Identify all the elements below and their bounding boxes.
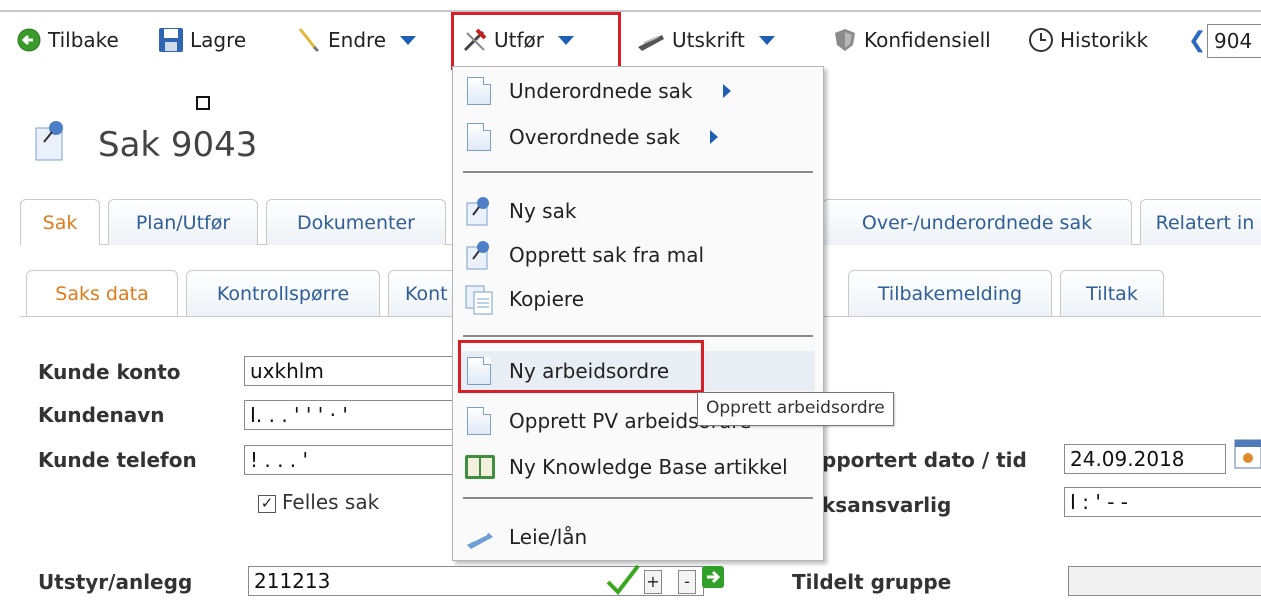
- reported-date-field[interactable]: 24.09.2018: [1064, 444, 1226, 474]
- menu-separator: [463, 497, 813, 500]
- equipment-label: Utstyr/anlegg: [38, 570, 193, 594]
- menu-separator: [463, 171, 813, 174]
- menu-item-overordnede-sak[interactable]: Overordnede sak: [463, 117, 813, 157]
- document-icon: [463, 75, 497, 107]
- back-arrow-icon: [16, 27, 42, 53]
- execute-highlight-frame: [451, 12, 621, 70]
- customer-account-field[interactable]: uxkhlm: [244, 356, 464, 386]
- small-checkbox[interactable]: [196, 96, 210, 110]
- shield-icon: [832, 27, 858, 53]
- subtab-tilbakemelding[interactable]: Tilbakemelding: [848, 270, 1052, 316]
- reported-date-label: pportert dato / tid: [822, 448, 1027, 472]
- document-icon: [463, 121, 497, 153]
- edit-label: Endre: [328, 28, 387, 52]
- new-workorder-highlight-frame: [458, 340, 704, 393]
- calendar-icon[interactable]: [1234, 438, 1261, 470]
- menu-item-label: Kopiere: [509, 287, 584, 311]
- customer-name-field[interactable]: I. . . ' ' ' · ': [244, 400, 464, 430]
- confidential-label: Konfidensiell: [864, 28, 991, 52]
- tab-dokumenter[interactable]: Dokumenter: [266, 199, 446, 245]
- print-button[interactable]: Utskrift: [636, 20, 775, 60]
- subtab-tiltak[interactable]: Tiltak: [1060, 270, 1164, 316]
- customer-phone-label: Kunde telefon: [38, 448, 197, 472]
- assigned-group-label: Tildelt gruppe: [792, 570, 952, 594]
- floppy-disk-icon: [158, 27, 184, 53]
- responsible-field[interactable]: I : ' - -: [1064, 487, 1261, 517]
- clock-icon: [1028, 27, 1054, 53]
- lease-icon: [463, 521, 497, 553]
- chevron-right-icon: [722, 84, 731, 98]
- shared-case-checkbox[interactable]: ✓: [258, 495, 276, 513]
- menu-item-label: Ny sak: [509, 199, 577, 223]
- book-icon: [463, 451, 497, 483]
- save-label: Lagre: [190, 28, 247, 52]
- menu-item-label: Opprett sak fra mal: [509, 243, 705, 267]
- document-icon: [463, 405, 497, 437]
- execute-dropdown-menu: Underordnede sak Overordnede sak Ny sak …: [452, 66, 824, 561]
- menu-item-label: Leie/lån: [509, 525, 588, 549]
- back-label: Tilbake: [48, 28, 119, 52]
- customer-account-label: Kunde konto: [38, 360, 181, 384]
- chevron-down-icon: [758, 35, 775, 45]
- previous-arrow-icon[interactable]: ❮: [1188, 28, 1206, 53]
- tab-over-underordnede-sak[interactable]: Over-/underordnede sak: [822, 199, 1132, 245]
- tab-relatert[interactable]: Relatert in: [1140, 199, 1261, 245]
- page-title: Sak 9043: [98, 125, 258, 165]
- shared-case-label: Felles sak: [282, 490, 380, 514]
- print-label: Utskrift: [672, 28, 745, 52]
- customer-phone-field[interactable]: ! . . . ': [244, 445, 464, 475]
- back-button[interactable]: Tilbake: [16, 20, 119, 60]
- tab-plan-utfor[interactable]: Plan/Utfør: [108, 199, 258, 245]
- confidential-button[interactable]: Konfidensiell: [832, 20, 991, 60]
- responsible-label: ksansvarlig: [822, 493, 952, 517]
- menu-item-leie-lan[interactable]: Leie/lån: [463, 517, 813, 557]
- menu-item-kopiere[interactable]: Kopiere: [463, 279, 813, 319]
- history-label: Historikk: [1060, 28, 1149, 52]
- menu-item-label: Overordnede sak: [509, 125, 681, 149]
- go-arrow-icon[interactable]: [702, 566, 724, 588]
- customer-name-label: Kundenavn: [38, 403, 165, 427]
- menu-item-opprett-sak-fra-mal[interactable]: Opprett sak fra mal: [463, 235, 813, 275]
- tab-sak[interactable]: Sak: [20, 199, 100, 245]
- menu-item-ny-knowledge-base-artikkel[interactable]: Ny Knowledge Base artikkel: [463, 447, 813, 487]
- new-case-icon: [463, 195, 497, 227]
- subtab-kont[interactable]: Kont: [388, 270, 458, 316]
- chevron-down-icon: [400, 35, 417, 45]
- edit-button[interactable]: Endre: [296, 20, 417, 60]
- chevron-right-icon: [710, 130, 719, 144]
- menu-item-underordnede-sak[interactable]: Underordnede sak: [463, 71, 813, 111]
- printer-icon: [636, 27, 666, 53]
- menu-separator: [463, 335, 813, 338]
- template-case-icon: [463, 239, 497, 271]
- menu-item-ny-sak[interactable]: Ny sak: [463, 191, 813, 231]
- menu-item-label: Ny Knowledge Base artikkel: [509, 455, 788, 479]
- remove-equipment-button[interactable]: -: [678, 570, 696, 594]
- valid-check-icon: [604, 564, 640, 600]
- assigned-group-field[interactable]: [1068, 566, 1261, 596]
- subtab-saks-data[interactable]: Saks data: [26, 270, 178, 316]
- subtab-kontrollsporre[interactable]: Kontrollspørre: [186, 270, 380, 316]
- pencil-icon: [296, 27, 322, 53]
- menu-item-label: Underordnede sak: [509, 79, 693, 103]
- case-number-input[interactable]: 904: [1207, 24, 1261, 58]
- history-button[interactable]: Historikk: [1028, 20, 1148, 60]
- add-equipment-button[interactable]: +: [644, 570, 662, 594]
- case-document-icon: [34, 118, 68, 162]
- tooltip: Opprett arbeidsordre: [697, 392, 894, 426]
- save-button[interactable]: Lagre: [158, 20, 246, 60]
- toolbar-top-border: [0, 10, 1261, 12]
- copy-icon: [463, 283, 497, 315]
